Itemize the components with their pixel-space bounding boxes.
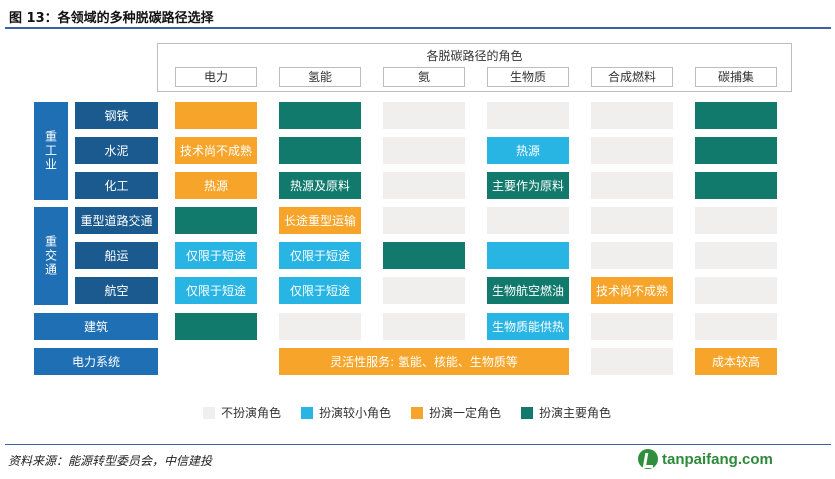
legend-item-major-role: 扮演主要角色 xyxy=(521,404,611,421)
cell-steel-ammonia xyxy=(383,102,465,129)
cell-heavy-road-hydrogen: 长途重型运输 xyxy=(279,207,361,234)
cell-cement-hydrogen xyxy=(279,137,361,164)
cell-buildings-hydrogen xyxy=(279,313,361,340)
cell-aviation-power: 仅限于短途 xyxy=(175,277,257,304)
cell-cement-power: 技术尚不成熟 xyxy=(175,137,257,164)
column-header-synfuel: 合成燃料 xyxy=(591,67,673,87)
group-label-heavy-industry: 重工业 xyxy=(34,102,68,200)
legend-label: 扮演主要角色 xyxy=(539,406,612,420)
source-divider xyxy=(5,444,831,445)
row-label-chemicals: 化工 xyxy=(75,172,158,199)
logo-text: tanpaifang.com xyxy=(662,450,773,468)
title-divider xyxy=(5,27,831,29)
cell-chemicals-synfuel xyxy=(591,172,673,199)
group-label-heavy-transport: 重交通 xyxy=(34,207,68,305)
cell-chemicals-ammonia xyxy=(383,172,465,199)
legend-swatch xyxy=(203,406,215,419)
cell-cement-biomass: 热源 xyxy=(487,137,569,164)
cell-buildings-power xyxy=(175,313,257,340)
cell-buildings-ammonia xyxy=(383,313,465,340)
cell-buildings-biomass: 生物质能供热 xyxy=(487,313,569,340)
cell-shipping-synfuel xyxy=(591,242,673,269)
cell-shipping-ccs xyxy=(695,242,777,269)
cell-steel-ccs xyxy=(695,102,777,129)
cell-steel-hydrogen xyxy=(279,102,361,129)
legend-label: 扮演较小角色 xyxy=(319,406,392,420)
cell-shipping-biomass xyxy=(487,242,569,269)
cell-shipping-hydrogen: 仅限于短途 xyxy=(279,242,361,269)
cell-heavy-road-synfuel xyxy=(591,207,673,234)
site-logo[interactable]: tanpaifang.com xyxy=(638,449,773,469)
legend-item-no-role: 不扮演角色 xyxy=(203,404,281,421)
column-header-ammonia: 氨 xyxy=(383,67,465,87)
column-header-biomass: 生物质 xyxy=(487,67,569,87)
legend-swatch xyxy=(411,406,424,419)
column-header-hydrogen: 氢能 xyxy=(279,67,361,87)
cell-cement-synfuel xyxy=(591,137,673,164)
row-label-aviation: 航空 xyxy=(75,277,158,304)
roles-header-title: 各脱碳路径的角色 xyxy=(426,49,523,63)
cell-heavy-road-ammonia xyxy=(383,207,465,234)
cell-cement-ammonia xyxy=(383,137,465,164)
cell-heavy-road-biomass xyxy=(487,207,569,234)
cell-power-system-ccs: 成本较高 xyxy=(695,348,777,375)
cell-heavy-road-ccs xyxy=(695,207,777,234)
row-label-buildings: 建筑 xyxy=(34,313,158,340)
legend-item-certain-role: 扮演一定角色 xyxy=(411,404,501,421)
legend-item-minor-role: 扮演较小角色 xyxy=(301,404,391,421)
cell-shipping-power: 仅限于短途 xyxy=(175,242,257,269)
cell-chemicals-biomass: 主要作为原料 xyxy=(487,172,569,199)
source-note: 资料来源：能源转型委员会，中信建投 xyxy=(8,454,213,468)
cell-buildings-synfuel xyxy=(591,313,673,340)
legend-label: 扮演一定角色 xyxy=(429,406,502,420)
cell-chemicals-power: 热源 xyxy=(175,172,257,199)
cell-aviation-ammonia xyxy=(383,277,465,304)
column-header-power: 电力 xyxy=(175,67,257,87)
figure-title: 图 13：各领域的多种脱碳路径选择 xyxy=(9,11,214,26)
row-label-heavy-road: 重型道路交通 xyxy=(75,207,158,234)
legend-swatch xyxy=(301,406,314,419)
cell-cement-ccs xyxy=(695,137,777,164)
row-label-cement: 水泥 xyxy=(75,137,158,164)
row-label-steel: 钢铁 xyxy=(75,102,158,129)
column-header-ccs: 碳捕集 xyxy=(695,67,777,87)
cell-aviation-ccs xyxy=(695,277,777,304)
legend-swatch xyxy=(521,406,534,419)
cell-steel-biomass xyxy=(487,102,569,129)
legend: 不扮演角色 扮演较小角色 扮演一定角色 扮演主要角色 xyxy=(203,404,631,421)
cell-power-system-synfuel xyxy=(591,348,673,375)
cell-chemicals-ccs xyxy=(695,172,777,199)
legend-label: 不扮演角色 xyxy=(221,406,282,420)
row-label-shipping: 船运 xyxy=(75,242,158,269)
cell-heavy-road-power xyxy=(175,207,257,234)
leaf-logo-icon xyxy=(638,449,658,469)
cell-chemicals-hydrogen: 热源及原料 xyxy=(279,172,361,199)
cell-aviation-synfuel: 技术尚不成熟 xyxy=(591,277,673,304)
row-label-power-system: 电力系统 xyxy=(34,348,158,375)
cell-aviation-hydrogen: 仅限于短途 xyxy=(279,277,361,304)
cell-power-system-flex-services: 灵活性服务: 氢能、核能、生物质等 xyxy=(279,348,569,375)
cell-buildings-ccs xyxy=(695,313,777,340)
cell-steel-synfuel xyxy=(591,102,673,129)
cell-aviation-biomass: 生物航空燃油 xyxy=(487,277,569,304)
cell-steel-power xyxy=(175,102,257,129)
cell-shipping-ammonia xyxy=(383,242,465,269)
